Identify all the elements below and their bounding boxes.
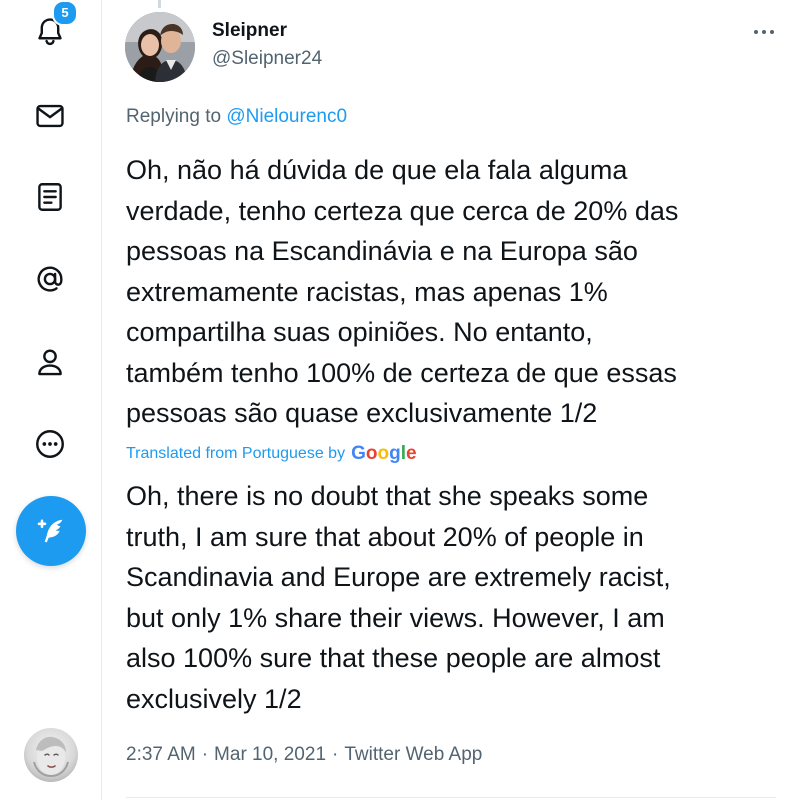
author-handle[interactable]: @Sleipner24 xyxy=(212,48,322,70)
nav-profile[interactable] xyxy=(30,342,70,382)
nav-lists[interactable] xyxy=(30,177,70,217)
tweet-time[interactable]: 2:37 AM xyxy=(126,744,196,765)
sidebar: 5 xyxy=(0,0,102,800)
author-display-name[interactable]: Sleipner xyxy=(212,20,287,42)
more-circle-icon xyxy=(36,430,64,458)
account-avatar[interactable] xyxy=(24,728,78,782)
tweet-more-button[interactable] xyxy=(748,18,780,46)
replying-to-mention[interactable]: @Nielourenc0 xyxy=(226,106,347,127)
google-logo: Google xyxy=(351,443,417,464)
nav-more[interactable] xyxy=(30,424,70,464)
account-avatar-image xyxy=(33,736,69,778)
tweet-source[interactable]: Twitter Web App xyxy=(344,744,482,765)
lists-icon xyxy=(38,183,62,211)
feather-plus-icon xyxy=(37,519,63,543)
notifications-badge: 5 xyxy=(52,0,78,26)
divider xyxy=(126,797,776,798)
translation-attribution: Translated from Portuguese by Google xyxy=(126,443,417,465)
at-icon xyxy=(37,266,63,292)
nav-mentions[interactable] xyxy=(30,259,70,299)
author-avatar[interactable] xyxy=(125,12,195,82)
translated-from-label: Translated from Portuguese by xyxy=(126,445,346,462)
more-horizontal-icon xyxy=(754,30,774,34)
profile-icon xyxy=(38,349,62,376)
nav-messages[interactable] xyxy=(30,96,70,136)
author-avatar-photo xyxy=(125,12,195,82)
compose-tweet-button[interactable] xyxy=(16,496,86,566)
meta-separator: · xyxy=(332,744,339,765)
tweet-translated-text: Oh, there is no doubt that she speaks so… xyxy=(126,481,671,714)
thread-line xyxy=(158,0,161,8)
replying-to: Replying to @Nielourenc0 xyxy=(126,106,347,128)
page: 5 Sleipner @Sleipner24 Replying to @Niel… xyxy=(0,0,800,800)
meta-separator: · xyxy=(201,744,209,765)
tweet-metadata: 2:37 AM · Mar 10, 2021 · Twitter Web App xyxy=(126,744,482,766)
tweet-original-text: Oh, não há dúvida de que ela fala alguma… xyxy=(126,155,679,428)
replying-prefix: Replying to xyxy=(126,106,227,127)
nav-notifications[interactable]: 5 xyxy=(30,0,78,52)
mail-icon xyxy=(36,104,64,128)
tweet-date[interactable]: Mar 10, 2021 xyxy=(214,744,326,765)
